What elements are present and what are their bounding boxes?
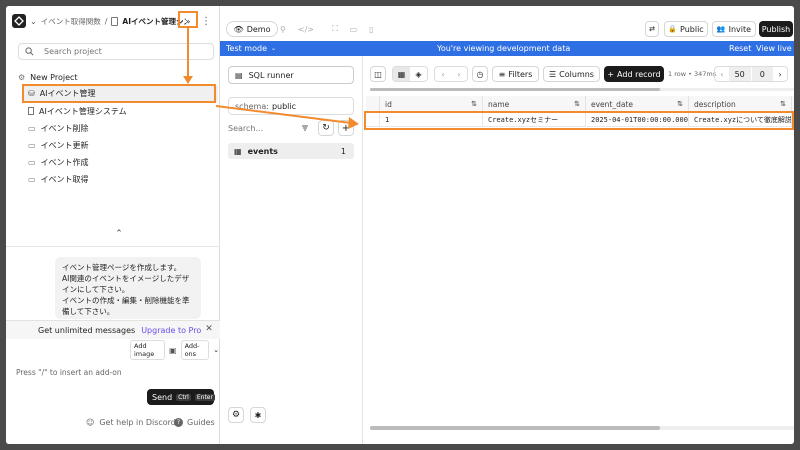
annotation-arrow-diagonal bbox=[215, 105, 359, 129]
app-window: ⌄ イベント取得関数 / AIイベント管理システム » ⋮ ⚙ New Proj… bbox=[6, 6, 794, 444]
